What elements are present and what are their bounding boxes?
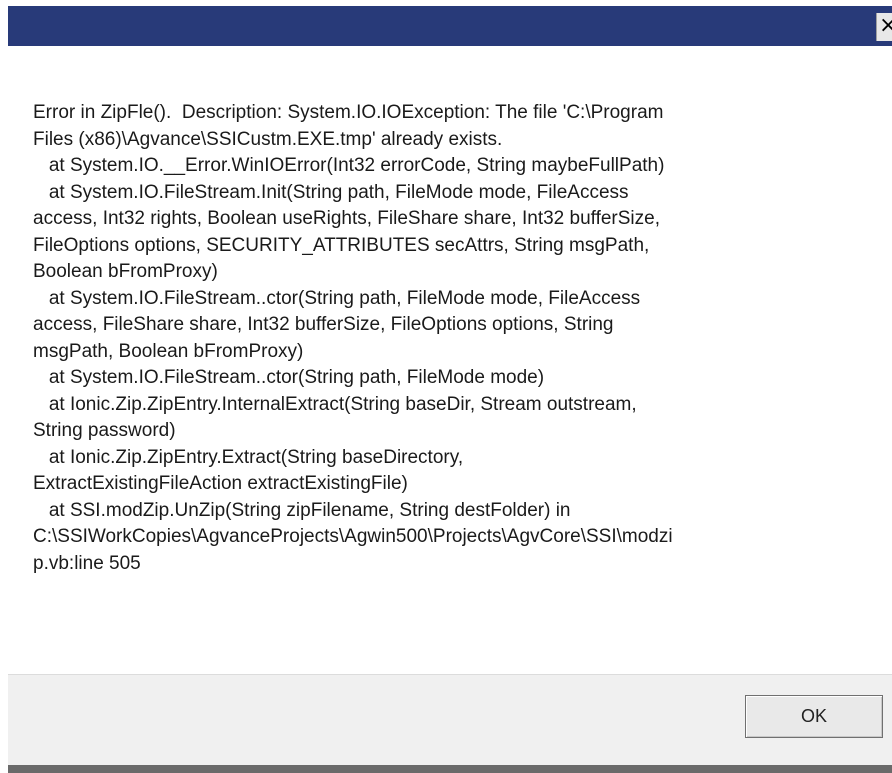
- message-line: C:\SSIWorkCopies\AgvanceProjects\Agwin50…: [33, 526, 673, 547]
- message-line: Boolean bFromProxy): [33, 261, 218, 282]
- error-dialog: × Error in ZipFle(). Description: System…: [0, 0, 892, 773]
- message-line: String password): [33, 420, 176, 441]
- message-line: at Ionic.Zip.ZipEntry.InternalExtract(St…: [33, 393, 637, 415]
- message-line: msgPath, Boolean bFromProxy): [33, 340, 304, 362]
- close-icon[interactable]: ×: [879, 15, 892, 37]
- close-button[interactable]: ×: [876, 13, 892, 41]
- message-line: access, FileShare share, Int32 bufferSiz…: [33, 314, 614, 335]
- message-line: at Ionic.Zip.ZipEntry.Extract(String bas…: [33, 446, 464, 468]
- ok-button-label: OK: [800, 706, 827, 726]
- title-bar[interactable]: [8, 6, 892, 46]
- message-line: p.vb:line 505: [33, 552, 141, 574]
- message-line: at System.IO.FileStream..ctor(String pat…: [33, 287, 641, 309]
- message-line: at System.IO.__Error.WinIOError(Int32 er…: [33, 155, 665, 176]
- message-line: at System.IO.FileStream.Init(String path…: [33, 181, 629, 203]
- message-line: ExtractExistingFileAction extractExistin…: [33, 473, 408, 494]
- ok-button[interactable]: OK: [745, 695, 883, 738]
- message-line: Error in ZipFle(). Description: System.I…: [33, 102, 664, 123]
- message-line: Files (x86)\Agvance\SSICustm.EXE.tmp' al…: [33, 128, 503, 150]
- message-line: at System.IO.FileStream..ctor(String pat…: [33, 367, 545, 388]
- message-line: access, Int32 rights, Boolean useRights,…: [33, 208, 660, 229]
- dialog-bottom-border: [8, 765, 892, 773]
- message-line: FileOptions options, SECURITY_ATTRIBUTES…: [33, 234, 650, 256]
- error-message: Error in ZipFle(). Description: System.I…: [33, 100, 863, 577]
- message-line: at SSI.modZip.UnZip(String zipFilename, …: [33, 499, 571, 521]
